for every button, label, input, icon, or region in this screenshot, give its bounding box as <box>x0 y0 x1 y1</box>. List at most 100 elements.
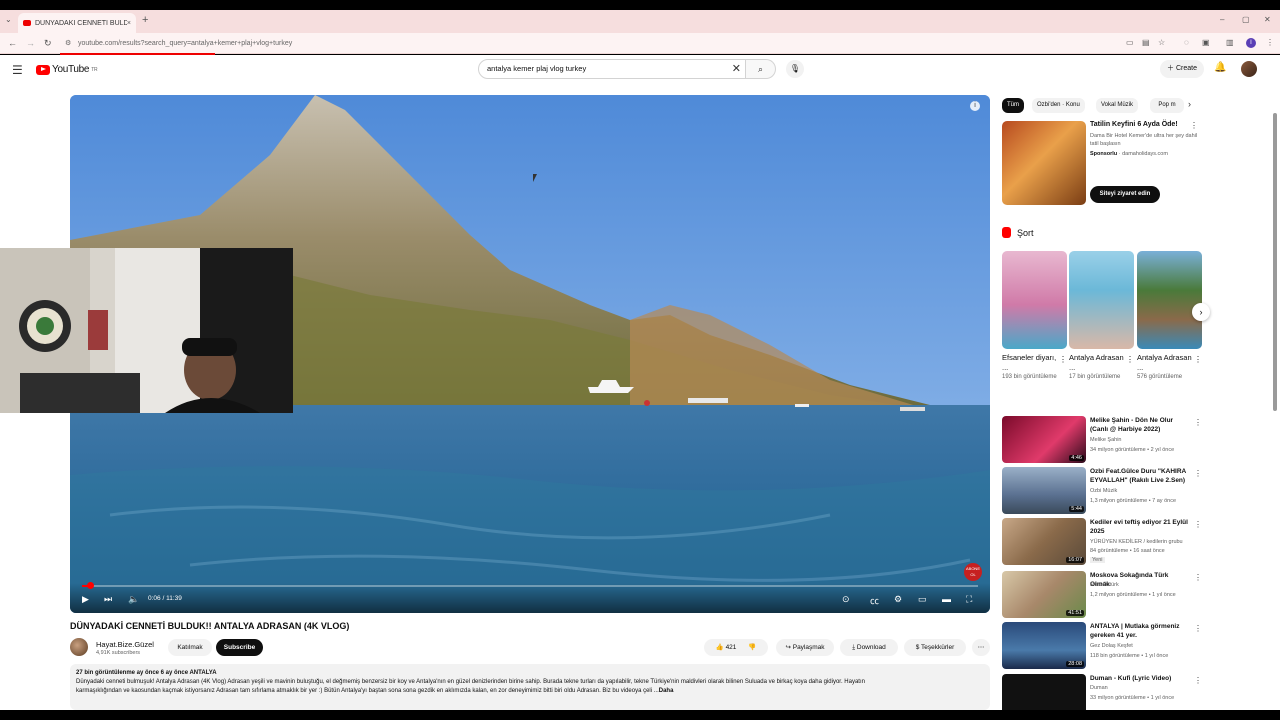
menu-hamburger-icon[interactable]: ☰ <box>12 63 23 77</box>
miniplayer-icon[interactable]: ▭ <box>918 594 927 605</box>
short-thumbnail[interactable] <box>1137 251 1202 349</box>
download-label: Download <box>856 644 886 651</box>
voice-search-icon[interactable]: 🎙 <box>786 60 804 78</box>
shorts-next-icon[interactable]: › <box>1192 303 1210 321</box>
volume-icon[interactable]: 🔈 <box>128 594 139 605</box>
short-views: 576 görüntüleme <box>1137 374 1183 380</box>
show-more-link[interactable]: Daha <box>659 688 674 694</box>
subtitles-icon[interactable]: ㏄ <box>870 594 879 607</box>
like-button[interactable]: 👍 421 <box>716 644 737 651</box>
short-thumbnail[interactable] <box>1069 251 1134 349</box>
page-scrollbar[interactable] <box>1273 113 1277 411</box>
minimize-icon[interactable]: – <box>1220 15 1224 24</box>
mouse-cursor <box>533 174 540 182</box>
extensions-puzzle-icon[interactable]: ▣ <box>1202 38 1210 47</box>
short-thumbnail[interactable] <box>1002 251 1067 349</box>
notifications-bell-icon[interactable]: 🔔 <box>1214 62 1226 73</box>
video-channel: Gez Dolaş Keşfet <box>1090 643 1133 649</box>
video-title: Duman - Kufi (Lyric Video) <box>1090 675 1172 682</box>
video-thumbnail[interactable] <box>1002 674 1086 710</box>
video-thumbnail[interactable]: 16:07 <box>1002 518 1086 565</box>
recommended-video[interactable]: 5:44 Ozbi Feat.Gülce Duru "KAHIRA EYVALL… <box>1002 467 1202 515</box>
translate-icon[interactable]: ▤ <box>1142 38 1150 47</box>
address-bar[interactable]: ⚙ youtube.com/results?search_query=antal… <box>60 36 1182 51</box>
recommended-video[interactable]: 16:07 Kediler evi teftiş ediyor 21 Eylül… <box>1002 518 1202 566</box>
reload-icon[interactable]: ↻ <box>44 38 52 49</box>
search-value: antalya kemer plaj vlog turkey <box>487 64 587 73</box>
short-menu-icon[interactable]: ⋮ <box>1194 355 1202 364</box>
recommended-video[interactable]: 28:08 ANTALYA | Mutlaka görmeniz gereken… <box>1002 622 1202 670</box>
recommended-video[interactable]: 4:46 Melike Şahin - Dön Ne Olur (Canlı @… <box>1002 416 1202 464</box>
info-icon[interactable]: i <box>970 101 980 111</box>
short-item[interactable]: Antalya Adrasan ... 17 bin görüntüleme ⋮ <box>1069 251 1134 380</box>
clear-search-icon[interactable]: ✕ <box>732 60 741 78</box>
fullscreen-icon[interactable]: ⛶ <box>966 594 972 605</box>
close-window-icon[interactable]: ✕ <box>1264 15 1271 24</box>
video-menu-icon[interactable]: ⋮ <box>1194 418 1202 427</box>
channel-name[interactable]: Hayat.Bize.Güzel <box>96 640 154 649</box>
ad-thumbnail[interactable] <box>1002 121 1086 205</box>
video-title: ANTALYA | Mutlaka görmeniz gereken 41 ye… <box>1090 623 1180 639</box>
video-menu-icon[interactable]: ⋮ <box>1194 624 1202 633</box>
description-box[interactable]: 27 bin görüntülenme ay önce 6 ay önce AN… <box>70 664 990 710</box>
video-thumbnail[interactable]: 4:46 <box>1002 416 1086 463</box>
subscribe-button[interactable]: Subscribe <box>216 639 263 656</box>
bookmark-star-icon[interactable]: ☆ <box>1158 38 1165 47</box>
profile-avatar[interactable]: I <box>1246 38 1256 48</box>
browser-tab[interactable]: DÜNYADAKİ CENNETİ BULDUK! × <box>18 13 136 33</box>
recommended-video[interactable]: 41:51 Moskova Sokağında Türk Olmak Mert … <box>1002 571 1202 619</box>
progress-bar[interactable] <box>82 582 978 589</box>
progress-scrubber[interactable] <box>87 582 95 589</box>
download-button[interactable]: ⤓ Download <box>840 639 898 656</box>
autoplay-toggle-icon[interactable]: ⊙ <box>842 594 850 605</box>
chip-all[interactable]: Tüm <box>1002 98 1024 113</box>
video-menu-icon[interactable]: ⋮ <box>1194 573 1202 582</box>
chip-pop[interactable]: Pop m <box>1150 98 1184 113</box>
tab-search-icon[interactable]: ⌄ <box>5 15 12 24</box>
video-thumbnail[interactable]: 41:51 <box>1002 571 1086 618</box>
join-button[interactable]: Katılmak <box>168 639 212 656</box>
back-icon[interactable]: ← <box>8 38 17 48</box>
video-duration: 5:44 <box>1069 506 1084 512</box>
sponsored-ad[interactable]: Tatilin Keyfini 6 Ayda Öde! Dama Bir Hot… <box>1002 121 1202 207</box>
dislike-button[interactable]: 👎 <box>748 644 756 651</box>
account-avatar[interactable] <box>1241 61 1257 77</box>
video-menu-icon[interactable]: ⋮ <box>1194 676 1202 685</box>
subscribe-watermark[interactable]: ABONE OL <box>964 563 982 581</box>
tab-close-icon[interactable]: × <box>127 20 131 27</box>
chips-next-icon[interactable]: › <box>1188 99 1191 109</box>
play-icon[interactable]: ▶ <box>82 594 89 605</box>
forward-icon[interactable]: → <box>26 38 35 48</box>
chip-ozbi[interactable]: Ozbi'den · Konu <box>1032 98 1085 113</box>
settings-gear-icon[interactable]: ⚙ <box>894 594 902 605</box>
search-button[interactable]: ⌕ <box>746 59 776 79</box>
ad-menu-icon[interactable]: ⋮ <box>1190 121 1198 130</box>
site-info-icon[interactable]: ⚙ <box>65 36 71 51</box>
recommended-video[interactable]: Duman - Kufi (Lyric Video) Duman 33 mily… <box>1002 674 1202 710</box>
search-input[interactable]: antalya kemer plaj vlog turkey ✕ <box>478 59 746 79</box>
thanks-icon: $ <box>915 644 920 651</box>
video-thumbnail[interactable]: 5:44 <box>1002 467 1086 514</box>
channel-avatar[interactable] <box>70 638 88 656</box>
more-actions-button[interactable]: ⋯ <box>972 639 990 656</box>
short-menu-icon[interactable]: ⋮ <box>1126 355 1134 364</box>
short-menu-icon[interactable]: ⋮ <box>1059 355 1067 364</box>
video-menu-icon[interactable]: ⋮ <box>1194 520 1202 529</box>
new-tab-button[interactable]: + <box>142 14 148 26</box>
create-button[interactable]: ＋ Create <box>1160 60 1204 78</box>
visit-site-button[interactable]: Siteyi ziyaret edin <box>1090 186 1160 203</box>
chip-vocal-music[interactable]: Vokal Müzik <box>1096 98 1139 113</box>
youtube-logo[interactable]: YouTube TR <box>36 64 98 75</box>
thanks-button[interactable]: $ Teşekkürler <box>904 639 966 656</box>
theater-mode-icon[interactable]: ▬ <box>942 594 951 604</box>
short-item[interactable]: Efsaneler diyarı, ... 193 bin görüntülem… <box>1002 251 1067 380</box>
share-button[interactable]: ↪ Paylaşmak <box>776 639 834 656</box>
sidebar-icon[interactable]: ▥ <box>1226 38 1234 47</box>
maximize-icon[interactable]: ▢ <box>1242 15 1250 24</box>
extension-icon[interactable]: ◌ <box>1184 38 1189 47</box>
video-thumbnail[interactable]: 28:08 <box>1002 622 1086 669</box>
menu-kebab-icon[interactable]: ⋮ <box>1266 38 1274 47</box>
install-icon[interactable]: ▭ <box>1126 38 1134 47</box>
next-icon[interactable]: ⏭ <box>104 594 112 605</box>
video-menu-icon[interactable]: ⋮ <box>1194 469 1202 478</box>
